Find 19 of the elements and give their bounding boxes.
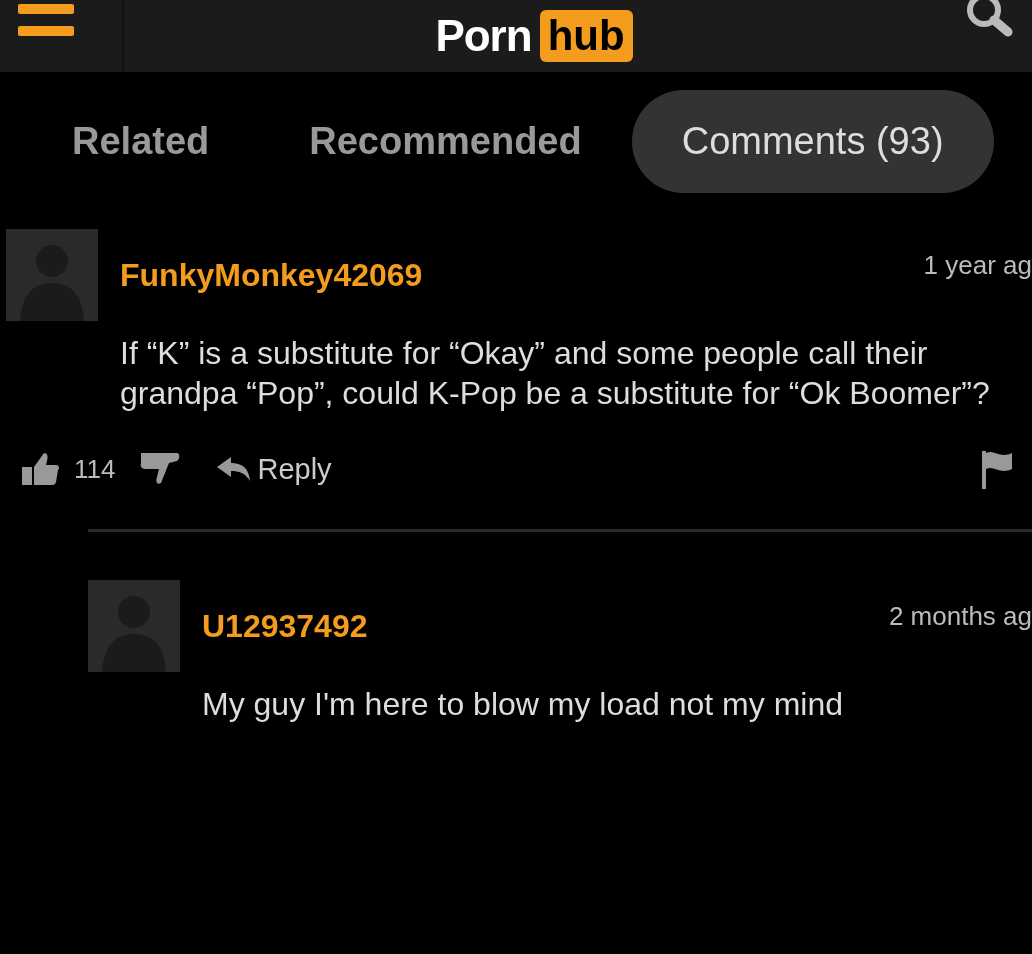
timestamp: 1 year ag (923, 249, 1032, 281)
timestamp: 2 months ag (888, 600, 1032, 632)
flag-icon[interactable] (980, 449, 1014, 489)
like-count: 114 (74, 453, 116, 485)
reply-button[interactable]: Reply (215, 452, 332, 486)
reply-arrow-icon (215, 455, 252, 483)
thumbs-down-icon[interactable] (139, 451, 182, 487)
tab[interactable]: Recommended (309, 90, 582, 193)
avatar-icon (6, 229, 98, 321)
thumbs-up-icon[interactable] (20, 451, 60, 487)
tab[interactable]: Related (72, 90, 210, 193)
logo-text[interactable]: Porn (435, 9, 532, 63)
username[interactable]: U12937492 (202, 607, 889, 645)
comment-text: My guy I'm here to blow my load not my mind (202, 685, 844, 724)
tab[interactable]: Comments (93) (631, 90, 994, 193)
logo-badge[interactable]: hub (539, 10, 633, 62)
username[interactable]: FunkyMonkey42069 (120, 256, 924, 294)
comment-text: If “K” is a substitute for “Okay” and some people call their grandpa “Pop”, could K-Pop be a substitute for “Ok Boomer”? (120, 334, 991, 413)
avatar-icon (88, 580, 180, 672)
